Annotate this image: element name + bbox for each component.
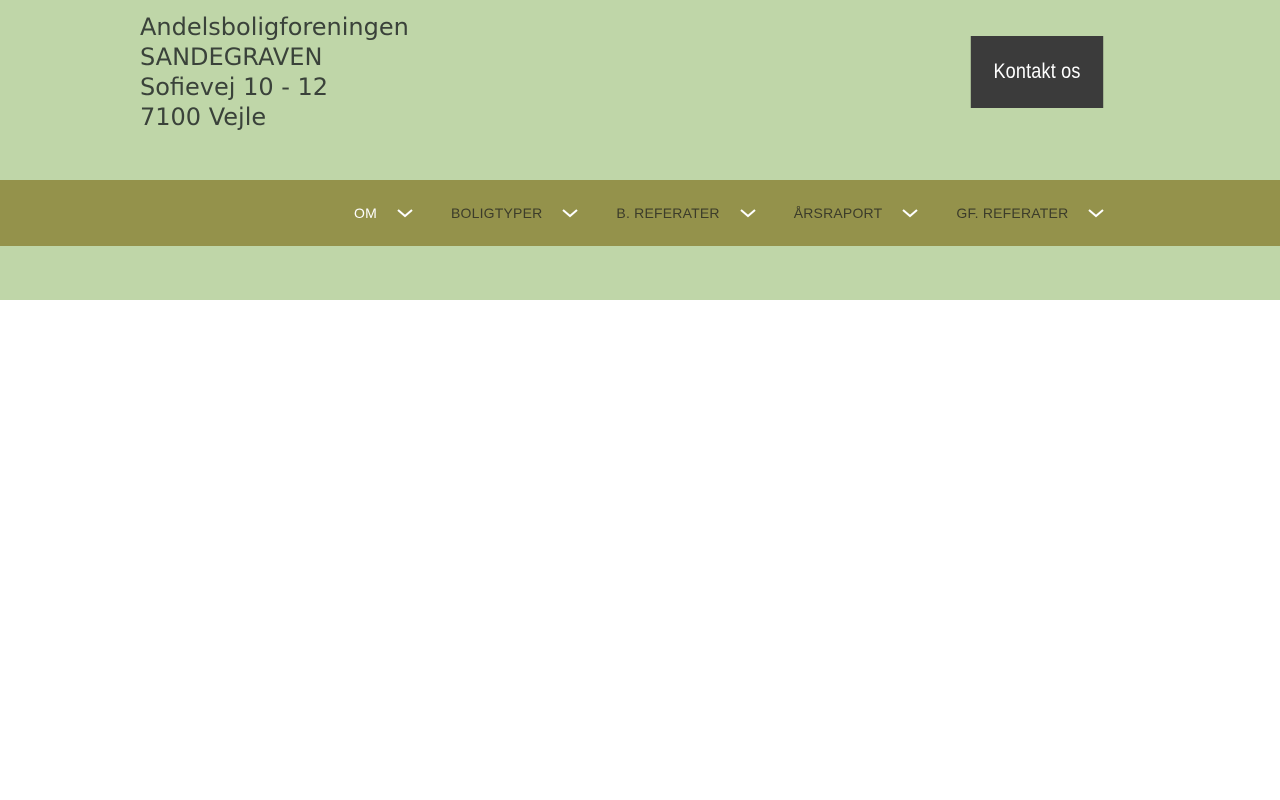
page-content xyxy=(0,300,1280,800)
main-navigation: OM BOLIGTYPER B. REFERATER ÅRSRAPORT GF.… xyxy=(0,180,1280,246)
nav-item-boligtyper[interactable]: BOLIGTYPER xyxy=(451,180,616,246)
nav-item-label: BOLIGTYPER xyxy=(450,205,543,221)
nav-item-label: GF. REFERATER xyxy=(956,205,1069,221)
nav-item-om[interactable]: OM xyxy=(354,180,451,246)
contact-button-label: Kontakt os xyxy=(993,60,1081,83)
contact-button[interactable]: Kontakt os xyxy=(970,36,1104,108)
nav-item-aarsraport[interactable]: ÅRSRAPORT xyxy=(794,180,957,246)
nav-menu: OM BOLIGTYPER B. REFERATER ÅRSRAPORT GF.… xyxy=(354,180,1142,246)
site-header: Andelsboligforeningen SANDEGRAVEN Sofiev… xyxy=(0,0,1280,180)
header-spacer-band xyxy=(0,246,1280,300)
site-brand[interactable]: Andelsboligforeningen SANDEGRAVEN Sofiev… xyxy=(140,12,409,132)
nav-item-gf-referater[interactable]: GF. REFERATER xyxy=(956,180,1142,246)
chevron-down-icon[interactable] xyxy=(902,208,919,218)
brand-line-name: SANDEGRAVEN xyxy=(140,43,323,71)
nav-item-label: ÅRSRAPORT xyxy=(793,205,883,221)
brand-line-street: Sofievej 10 - 12 xyxy=(140,73,329,101)
brand-line-association: Andelsboligforeningen xyxy=(140,13,409,41)
chevron-down-icon[interactable] xyxy=(562,208,579,218)
chevron-down-icon[interactable] xyxy=(1088,208,1105,218)
chevron-down-icon[interactable] xyxy=(397,208,413,218)
brand-line-city: 7100 Vejle xyxy=(140,103,267,131)
nav-item-label: B. REFERATER xyxy=(616,205,720,221)
nav-item-b-referater[interactable]: B. REFERATER xyxy=(616,180,793,246)
chevron-down-icon[interactable] xyxy=(740,208,756,218)
nav-item-label: OM xyxy=(354,205,377,221)
